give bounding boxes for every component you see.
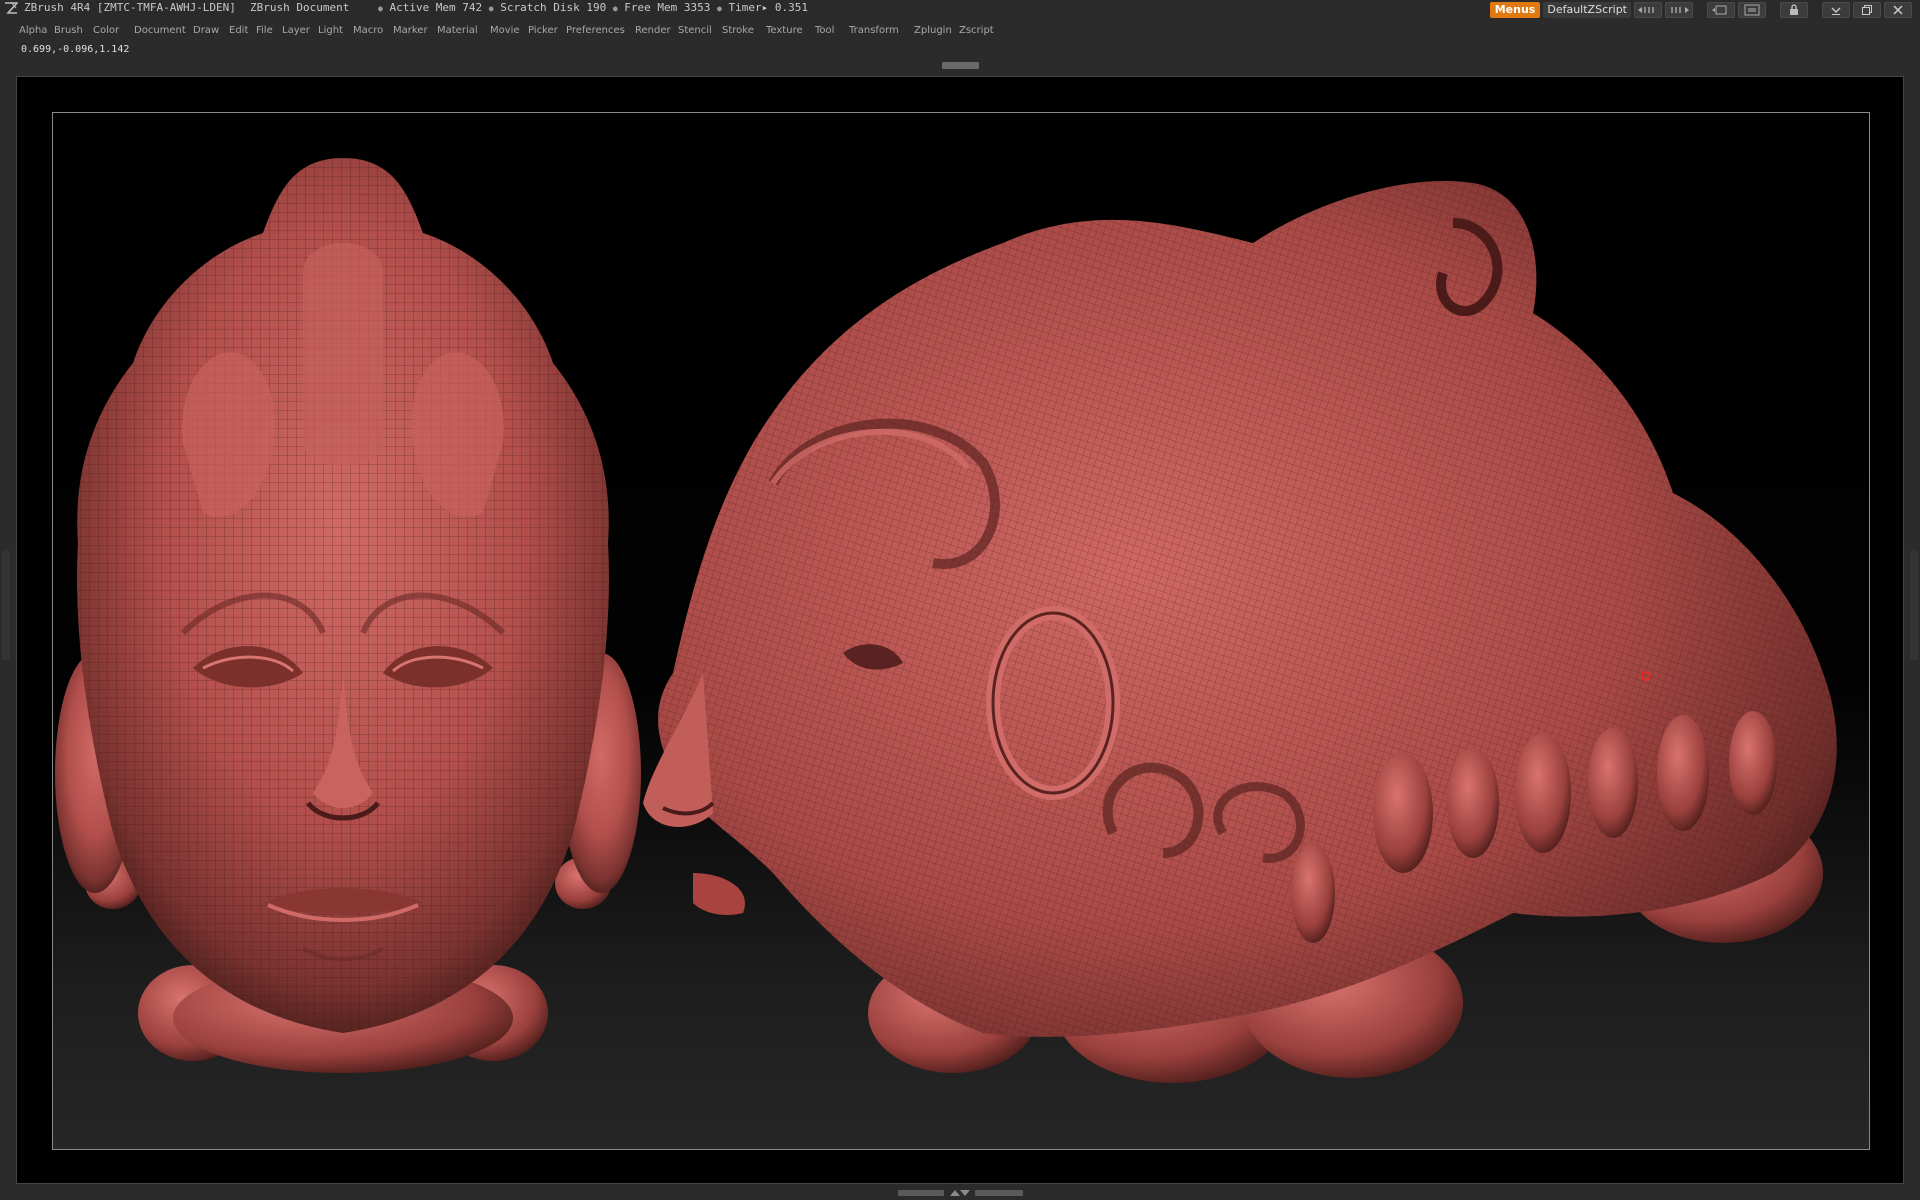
bottom-shelf-handle-left[interactable] bbox=[898, 1190, 944, 1196]
menu-layer[interactable]: Layer bbox=[282, 25, 310, 36]
document-title: ZBrush Document bbox=[250, 1, 350, 14]
bottom-shelf-handle-right[interactable] bbox=[975, 1190, 1023, 1196]
menu-file[interactable]: File bbox=[256, 25, 273, 36]
scratch-disk: Scratch Disk 190 bbox=[500, 1, 607, 14]
restore-layout-icon[interactable] bbox=[1738, 2, 1766, 18]
minimize-icon[interactable] bbox=[1822, 2, 1850, 18]
restore-window-icon[interactable] bbox=[1853, 2, 1881, 18]
menu-stroke[interactable]: Stroke bbox=[722, 25, 754, 36]
front-view-head bbox=[55, 158, 641, 1073]
menu-alpha[interactable]: Alpha bbox=[19, 25, 47, 36]
memory-stats: ● Active Mem 742 ● Scratch Disk 190 ● Fr… bbox=[378, 1, 808, 14]
bottom-shelf-arrows-icon[interactable] bbox=[948, 1188, 972, 1198]
main-menu-bar: Alpha Brush Color Document Draw Edit Fil… bbox=[0, 22, 1920, 40]
cursor-coordinates: 0.699,-0.096,1.142 bbox=[21, 44, 130, 55]
menu-tool[interactable]: Tool bbox=[815, 25, 834, 36]
right-tray-toggle[interactable] bbox=[1910, 550, 1918, 660]
menu-brush[interactable]: Brush bbox=[54, 25, 83, 36]
timer: Timer▸ 0.351 bbox=[728, 1, 808, 14]
menu-texture[interactable]: Texture bbox=[766, 25, 803, 36]
menu-draw[interactable]: Draw bbox=[193, 25, 219, 36]
menu-preferences[interactable]: Preferences bbox=[566, 25, 625, 36]
menu-macro[interactable]: Macro bbox=[353, 25, 383, 36]
zbrush-logo-icon bbox=[5, 2, 18, 14]
active-mem: Active Mem 742 bbox=[389, 1, 483, 14]
left-tray-toggle[interactable] bbox=[2, 550, 10, 660]
menus-button[interactable]: Menus bbox=[1489, 2, 1541, 18]
palette-scroll-icon[interactable] bbox=[1665, 2, 1693, 18]
sculpt-render bbox=[55, 158, 1837, 1083]
default-zscript-button[interactable]: DefaultZScript bbox=[1543, 2, 1631, 18]
menu-zplugin[interactable]: Zplugin bbox=[914, 25, 952, 36]
menu-marker[interactable]: Marker bbox=[393, 25, 428, 36]
close-icon[interactable] bbox=[1884, 2, 1912, 18]
menu-light[interactable]: Light bbox=[318, 25, 343, 36]
side-view-head bbox=[643, 181, 1837, 1083]
menu-material[interactable]: Material bbox=[437, 25, 478, 36]
menu-picker[interactable]: Picker bbox=[528, 25, 558, 36]
menu-stencil[interactable]: Stencil bbox=[678, 25, 712, 36]
menu-edit[interactable]: Edit bbox=[229, 25, 248, 36]
free-mem: Free Mem 3353 bbox=[624, 1, 711, 14]
zoom-document-icon[interactable] bbox=[1707, 2, 1735, 18]
menu-zscript[interactable]: Zscript bbox=[959, 25, 994, 36]
document-viewport[interactable] bbox=[52, 112, 1870, 1150]
menu-movie[interactable]: Movie bbox=[490, 25, 520, 36]
menu-document[interactable]: Document bbox=[134, 25, 186, 36]
palette-popup-icon[interactable] bbox=[1634, 2, 1662, 18]
menu-color[interactable]: Color bbox=[93, 25, 119, 36]
lock-icon[interactable] bbox=[1780, 2, 1808, 18]
app-title: ZBrush 4R4 [ZMTC-TMFA-AWHJ-LDEN] bbox=[24, 1, 236, 14]
title-bar-controls: Menus DefaultZScript bbox=[1489, 1, 1912, 19]
top-shelf-handle[interactable] bbox=[942, 62, 979, 69]
menu-render[interactable]: Render bbox=[635, 25, 671, 36]
menu-transform[interactable]: Transform bbox=[849, 25, 899, 36]
title-bar: ZBrush 4R4 [ZMTC-TMFA-AWHJ-LDEN] ZBrush … bbox=[0, 0, 1920, 18]
